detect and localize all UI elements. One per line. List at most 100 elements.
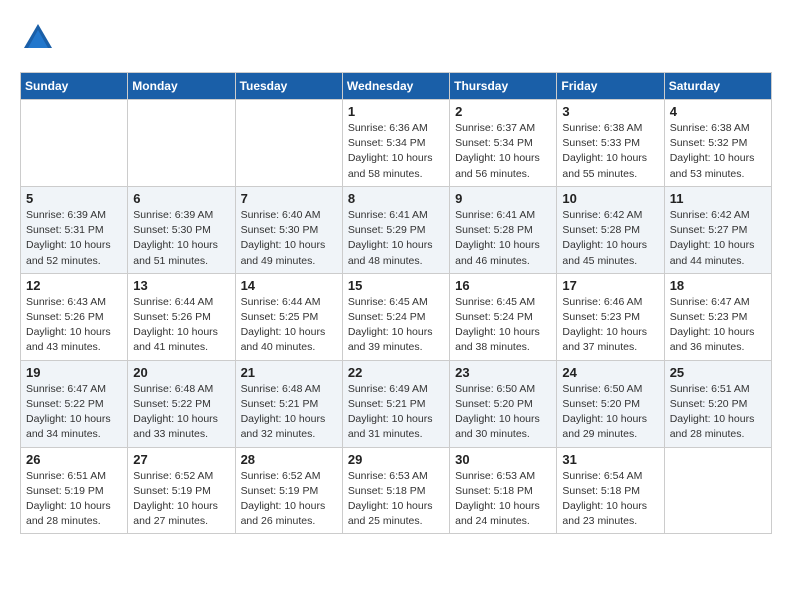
day-number: 6 [133,191,229,206]
day-number: 24 [562,365,658,380]
weekday-header: Wednesday [342,73,449,100]
calendar-cell: 29 Sunrise: 6:53 AM Sunset: 5:18 PM Dayli… [342,447,449,534]
day-number: 4 [670,104,766,119]
day-info: Sunrise: 6:42 AM Sunset: 5:27 PM Dayligh… [670,208,766,269]
calendar-cell: 5 Sunrise: 6:39 AM Sunset: 5:31 PM Daylig… [21,186,128,273]
calendar-cell: 23 Sunrise: 6:50 AM Sunset: 5:20 PM Dayli… [450,360,557,447]
day-number: 27 [133,452,229,467]
day-number: 30 [455,452,551,467]
day-info: Sunrise: 6:53 AM Sunset: 5:18 PM Dayligh… [348,469,444,530]
day-number: 15 [348,278,444,293]
calendar-cell [128,100,235,187]
day-info: Sunrise: 6:38 AM Sunset: 5:33 PM Dayligh… [562,121,658,182]
calendar-cell: 9 Sunrise: 6:41 AM Sunset: 5:28 PM Daylig… [450,186,557,273]
day-info: Sunrise: 6:50 AM Sunset: 5:20 PM Dayligh… [455,382,551,443]
day-info: Sunrise: 6:39 AM Sunset: 5:30 PM Dayligh… [133,208,229,269]
day-number: 8 [348,191,444,206]
day-info: Sunrise: 6:37 AM Sunset: 5:34 PM Dayligh… [455,121,551,182]
calendar-table: SundayMondayTuesdayWednesdayThursdayFrid… [20,72,772,534]
day-info: Sunrise: 6:52 AM Sunset: 5:19 PM Dayligh… [133,469,229,530]
calendar-cell: 27 Sunrise: 6:52 AM Sunset: 5:19 PM Dayli… [128,447,235,534]
calendar-cell: 21 Sunrise: 6:48 AM Sunset: 5:21 PM Dayli… [235,360,342,447]
calendar-cell: 24 Sunrise: 6:50 AM Sunset: 5:20 PM Dayli… [557,360,664,447]
day-number: 17 [562,278,658,293]
calendar-cell: 17 Sunrise: 6:46 AM Sunset: 5:23 PM Dayli… [557,273,664,360]
day-number: 13 [133,278,229,293]
day-number: 14 [241,278,337,293]
day-number: 20 [133,365,229,380]
day-info: Sunrise: 6:43 AM Sunset: 5:26 PM Dayligh… [26,295,122,356]
day-number: 10 [562,191,658,206]
calendar-week-row: 19Sunrise: 6:47 AM Sunset: 5:22 PM Dayli… [21,360,772,447]
logo [20,20,60,56]
day-info: Sunrise: 6:40 AM Sunset: 5:30 PM Dayligh… [241,208,337,269]
day-number: 12 [26,278,122,293]
calendar-cell: 26 Sunrise: 6:51 AM Sunset: 5:19 PM Dayli… [21,447,128,534]
calendar-week-row: 5 Sunrise: 6:39 AM Sunset: 5:31 PM Daylig… [21,186,772,273]
day-info: Sunrise: 6:48 AM Sunset: 5:22 PM Dayligh… [133,382,229,443]
calendar-cell: 4 Sunrise: 6:38 AM Sunset: 5:32 PM Daylig… [664,100,771,187]
calendar-cell: 25 Sunrise: 6:51 AM Sunset: 5:20 PM Dayli… [664,360,771,447]
weekday-header: Friday [557,73,664,100]
day-info: Sunrise: 6:46 AM Sunset: 5:23 PM Dayligh… [562,295,658,356]
calendar-cell: 10 Sunrise: 6:42 AM Sunset: 5:28 PM Dayli… [557,186,664,273]
day-number: 18 [670,278,766,293]
calendar-cell: 3 Sunrise: 6:38 AM Sunset: 5:33 PM Daylig… [557,100,664,187]
day-info: Sunrise: 6:49 AM Sunset: 5:21 PM Dayligh… [348,382,444,443]
calendar-cell [21,100,128,187]
calendar-cell: 1 Sunrise: 6:36 AM Sunset: 5:34 PM Daylig… [342,100,449,187]
day-info: Sunrise: 6:54 AM Sunset: 5:18 PM Dayligh… [562,469,658,530]
day-info: Sunrise: 6:41 AM Sunset: 5:28 PM Dayligh… [455,208,551,269]
day-info: Sunrise: 6:52 AM Sunset: 5:19 PM Dayligh… [241,469,337,530]
day-info: Sunrise: 6:44 AM Sunset: 5:26 PM Dayligh… [133,295,229,356]
day-number: 25 [670,365,766,380]
calendar-cell: 19Sunrise: 6:47 AM Sunset: 5:22 PM Dayli… [21,360,128,447]
calendar-week-row: 12 Sunrise: 6:43 AM Sunset: 5:26 PM Dayli… [21,273,772,360]
calendar-cell: 18 Sunrise: 6:47 AM Sunset: 5:23 PM Dayli… [664,273,771,360]
day-info: Sunrise: 6:41 AM Sunset: 5:29 PM Dayligh… [348,208,444,269]
calendar-week-row: 26 Sunrise: 6:51 AM Sunset: 5:19 PM Dayli… [21,447,772,534]
day-number: 21 [241,365,337,380]
day-number: 31 [562,452,658,467]
calendar-cell: 2Sunrise: 6:37 AM Sunset: 5:34 PM Daylig… [450,100,557,187]
weekday-header: Tuesday [235,73,342,100]
day-info: Sunrise: 6:47 AM Sunset: 5:23 PM Dayligh… [670,295,766,356]
calendar-cell: 28Sunrise: 6:52 AM Sunset: 5:19 PM Dayli… [235,447,342,534]
calendar-header-row: SundayMondayTuesdayWednesdayThursdayFrid… [21,73,772,100]
day-info: Sunrise: 6:51 AM Sunset: 5:19 PM Dayligh… [26,469,122,530]
day-number: 5 [26,191,122,206]
day-info: Sunrise: 6:47 AM Sunset: 5:22 PM Dayligh… [26,382,122,443]
calendar-week-row: 1 Sunrise: 6:36 AM Sunset: 5:34 PM Daylig… [21,100,772,187]
calendar-cell: 20 Sunrise: 6:48 AM Sunset: 5:22 PM Dayli… [128,360,235,447]
calendar-cell: 13 Sunrise: 6:44 AM Sunset: 5:26 PM Dayli… [128,273,235,360]
day-info: Sunrise: 6:50 AM Sunset: 5:20 PM Dayligh… [562,382,658,443]
day-number: 9 [455,191,551,206]
day-info: Sunrise: 6:39 AM Sunset: 5:31 PM Dayligh… [26,208,122,269]
day-number: 23 [455,365,551,380]
day-number: 7 [241,191,337,206]
calendar-cell: 22 Sunrise: 6:49 AM Sunset: 5:21 PM Dayli… [342,360,449,447]
calendar-cell: 31 Sunrise: 6:54 AM Sunset: 5:18 PM Dayli… [557,447,664,534]
page-header [20,20,772,56]
calendar-cell [235,100,342,187]
calendar-cell: 8 Sunrise: 6:41 AM Sunset: 5:29 PM Daylig… [342,186,449,273]
day-info: Sunrise: 6:51 AM Sunset: 5:20 PM Dayligh… [670,382,766,443]
day-info: Sunrise: 6:44 AM Sunset: 5:25 PM Dayligh… [241,295,337,356]
calendar-cell: 6 Sunrise: 6:39 AM Sunset: 5:30 PM Daylig… [128,186,235,273]
day-number: 22 [348,365,444,380]
day-info: Sunrise: 6:36 AM Sunset: 5:34 PM Dayligh… [348,121,444,182]
calendar-cell: 30Sunrise: 6:53 AM Sunset: 5:18 PM Dayli… [450,447,557,534]
calendar-cell [664,447,771,534]
day-number: 1 [348,104,444,119]
day-number: 29 [348,452,444,467]
calendar-cell: 16Sunrise: 6:45 AM Sunset: 5:24 PM Dayli… [450,273,557,360]
day-info: Sunrise: 6:38 AM Sunset: 5:32 PM Dayligh… [670,121,766,182]
day-number: 26 [26,452,122,467]
day-number: 16 [455,278,551,293]
weekday-header: Monday [128,73,235,100]
day-number: 11 [670,191,766,206]
day-number: 3 [562,104,658,119]
logo-icon [20,20,56,56]
day-info: Sunrise: 6:42 AM Sunset: 5:28 PM Dayligh… [562,208,658,269]
day-info: Sunrise: 6:48 AM Sunset: 5:21 PM Dayligh… [241,382,337,443]
